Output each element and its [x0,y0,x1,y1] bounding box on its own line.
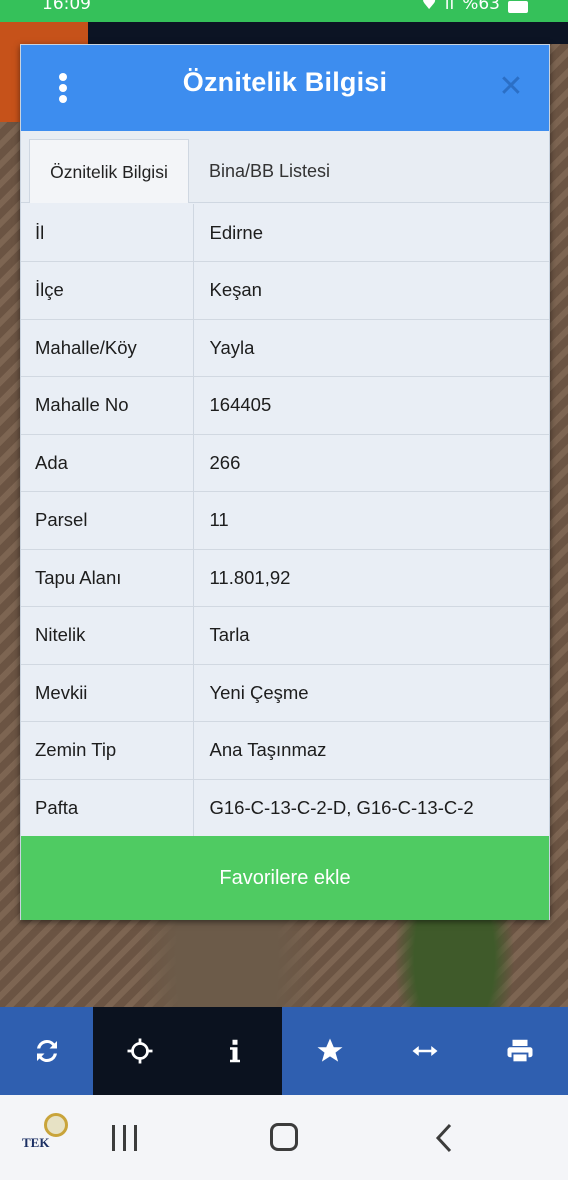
attribute-key: Zemin Tip [21,721,194,780]
table-row: Tapu Alanı 11.801,92 [21,549,549,607]
signal-icon: ıl [444,0,455,14]
recent-apps-button[interactable] [112,1125,137,1151]
tab-building-list[interactable]: Bina/BB Listesi [209,139,330,203]
table-row: Pafta G16-C-13-C-2-D, G16-C-13-C-2 [21,779,549,837]
measure-icon [412,1046,437,1056]
attribute-key: Tapu Alanı [21,549,194,607]
attribute-dialog: Öznitelik Bilgisi ✕ Öznitelik Bilgisi Bi… [20,44,550,920]
back-button[interactable] [432,1121,456,1155]
attribute-value: Keşan [193,261,549,320]
attribute-key: Pafta [21,779,194,837]
status-bar: 16:09 ♥ ıl %63 [0,0,568,22]
table-row: Mevkii Yeni Çeşme [21,664,549,722]
print-button[interactable] [472,1007,568,1095]
add-favorite-button[interactable]: Favorilere ekle [21,836,549,920]
map-toolbar [0,1007,568,1095]
attribute-value: Yeni Çeşme [193,664,549,722]
attribute-key: Mahalle No [21,376,194,435]
attribute-key: Parsel [21,491,194,550]
table-row: Nitelik Tarla [21,606,549,665]
logo-text: TEK [22,1135,50,1150]
crosshair-icon [127,1038,153,1064]
attribute-table: İl Edirne İlçe Keşan Mahalle/Köy Yayla Mahalle… [21,204,549,837]
refresh-button[interactable] [0,1007,93,1095]
attribute-key: Nitelik [21,606,194,665]
attribute-key: Ada [21,434,194,492]
status-indicators: ♥ ıl %63 [421,0,528,14]
attribute-value: 164405 [193,376,549,435]
attribute-value: Tarla [193,606,549,665]
location-icon: ♥ [421,0,437,14]
attribute-value: Edirne [193,204,549,262]
status-time: 16:09 [42,0,91,14]
attribute-key: Mevkii [21,664,194,722]
attribute-key: İlçe [21,261,194,320]
attribute-value: 266 [193,434,549,492]
battery-level: %63 [462,0,500,14]
table-row: Mahalle/Köy Yayla [21,319,549,377]
home-button[interactable] [270,1123,298,1151]
dialog-tabs: Öznitelik Bilgisi Bina/BB Listesi [21,131,549,203]
attribute-value: G16-C-13-C-2-D, G16-C-13-C-2 [193,779,549,837]
favorite-button[interactable] [282,1007,377,1095]
table-row: İlçe Keşan [21,261,549,320]
attribute-value: Yayla [193,319,549,377]
attribute-value: Ana Taşınmaz [193,721,549,780]
table-row: Mahalle No 164405 [21,376,549,435]
table-row: Zemin Tip Ana Taşınmaz [21,721,549,780]
star-icon [317,1038,342,1062]
table-row: Ada 266 [21,434,549,492]
battery-icon [508,1,528,13]
table-row: İl Edirne [21,204,549,262]
close-icon[interactable]: ✕ [495,71,527,103]
print-icon [507,1039,533,1064]
refresh-icon [36,1039,57,1063]
system-nav-bar: TEK [0,1095,568,1180]
map-top-bar [88,22,568,44]
table-row: Parsel 11 [21,491,549,550]
attribute-key: İl [21,204,194,262]
measure-button[interactable] [377,1007,472,1095]
attribute-key: Mahalle/Köy [21,319,194,377]
attribute-value: 11 [193,491,549,550]
attribute-value: 11.801,92 [193,549,549,607]
info-icon [229,1039,240,1063]
dialog-title: Öznitelik Bilgisi [182,67,388,97]
tab-attribute-info[interactable]: Öznitelik Bilgisi [29,139,189,203]
brand-logo: TEK [22,1113,86,1153]
dialog-header: Öznitelik Bilgisi ✕ [21,45,549,131]
logo-emblem-icon [44,1113,68,1137]
info-button[interactable] [187,1007,282,1095]
locate-button[interactable] [93,1007,187,1095]
